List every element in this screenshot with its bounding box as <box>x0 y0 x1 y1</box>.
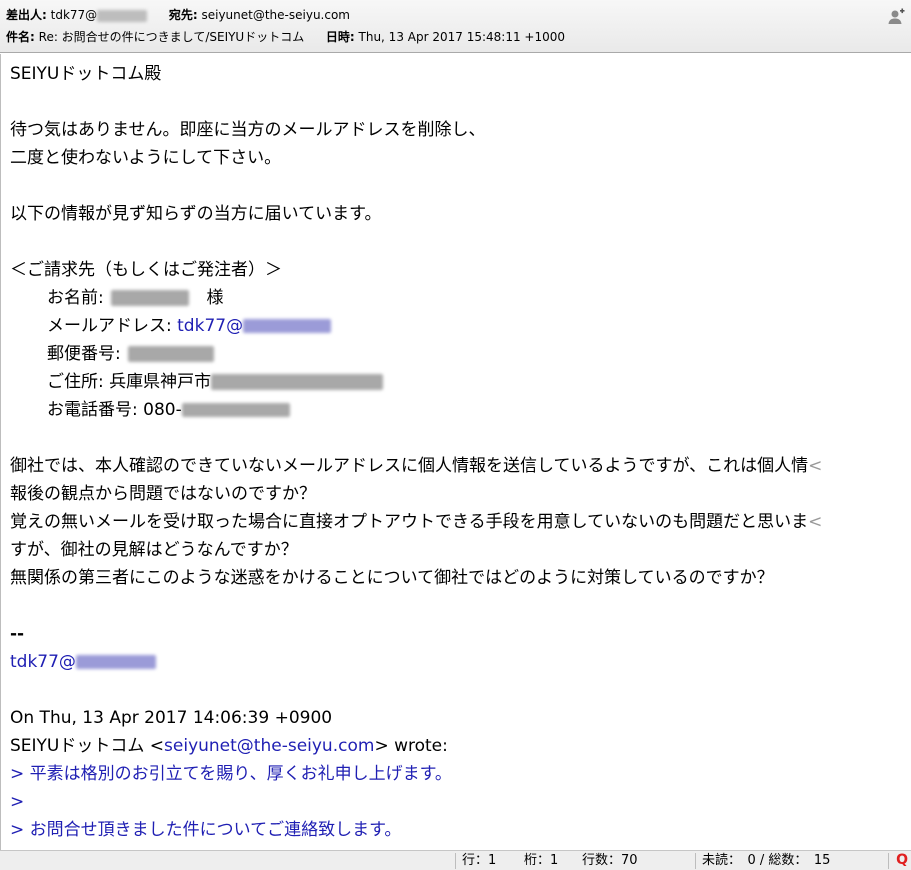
mail-line: メールアドレス: tdk77@ <box>47 312 332 340</box>
status-column: 桁：1 <box>524 853 559 868</box>
mail-redacted <box>243 319 332 333</box>
status-separator <box>455 853 456 869</box>
quote-header-line-2: SEIYUドットコム <seiyunet@the-seiyu.com> wrot… <box>10 732 448 760</box>
zip-redacted <box>128 346 215 362</box>
name-suffix: 様 <box>206 288 224 308</box>
signature-mail-link[interactable]: tdk77@ <box>10 652 76 672</box>
quote-header-suffix: > wrote: <box>374 736 448 756</box>
date-label: 日時: <box>325 30 355 44</box>
date-value: Thu, 13 Apr 2017 15:48:11 +1000 <box>358 30 565 44</box>
paragraph-1-line-1: 待つ気はありません。即座に当方のメールアドレスを削除し、 <box>10 120 486 140</box>
to-value[interactable]: seiyunet@the-seiyu.com <box>201 8 350 22</box>
status-separator <box>888 853 889 869</box>
status-bar: 行：1 桁：1 行数：70 未読： 0 / 総数： 15 Q <box>0 850 911 870</box>
paragraph-3-line-5: 無関係の第三者にこのような迷惑をかけることについて御社ではどのように対策している… <box>10 568 774 588</box>
mail-link[interactable]: tdk77@ <box>177 316 243 336</box>
paragraph-3-line-4: すが、御社の見解はどうなんですか？ <box>10 540 298 560</box>
message-header: 差出人: tdk77@ 宛先: seiyunet@the-seiyu.com 件… <box>0 0 911 53</box>
name-line: お名前: 様 <box>47 284 224 312</box>
address-label: ご住所: <box>47 372 104 392</box>
phone-redacted <box>181 403 290 417</box>
quote-line-2: > <box>10 792 25 812</box>
paragraph-3-line-3-text: 覚えの無いメールを受け取った場合に直接オプトアウトできる手段を用意していないのも… <box>10 512 809 532</box>
status-line-count: 行数：70 <box>582 853 638 868</box>
status-separator <box>695 853 696 869</box>
name-label: お名前: <box>47 288 104 308</box>
paragraph-3-line-1: 御社では、本人確認のできていないメールアドレスに個人情報を送信しているようですが… <box>10 452 822 480</box>
from-label: 差出人: <box>6 8 47 22</box>
phone-line: お電話番号: 080- <box>47 396 290 424</box>
overflow-marker: < <box>808 456 823 476</box>
quote-header-mail-link[interactable]: seiyunet@the-seiyu.com <box>164 736 374 756</box>
zip-line: 郵便番号: <box>47 340 215 368</box>
signature-separator: -- <box>10 624 25 644</box>
status-row: 行：1 <box>462 853 497 868</box>
subject-label: 件名: <box>6 30 35 44</box>
from-redacted <box>97 9 148 22</box>
header-row-subject-date: 件名: Re: お問合せの件につきまして/SEIYUドットコム 日時: Thu,… <box>6 28 565 46</box>
quote-line-1: > 平素は格別のお引立てを賜り、厚くお礼申し上げます。 <box>10 764 452 784</box>
from-value[interactable]: tdk77@ <box>51 8 98 22</box>
status-unread-total: 未読： 0 / 総数： 15 <box>702 853 831 868</box>
q-icon[interactable]: Q <box>896 852 908 868</box>
paragraph-3-line-1-text: 御社では、本人確認のできていないメールアドレスに個人情報を送信しているようですが… <box>10 456 809 476</box>
address-value: 兵庫県神戸市 <box>109 372 212 392</box>
greeting: SEIYUドットコム殿 <box>10 64 162 84</box>
quote-line-3: > お問合せ頂きました件についてご連絡致します。 <box>10 820 402 840</box>
section-title: ＜ご請求先（もしくはご発注者）＞ <box>10 260 282 280</box>
person-icon[interactable] <box>887 8 905 26</box>
subject-value: Re: お問合せの件につきまして/SEIYUドットコム <box>38 30 305 44</box>
paragraph-2: 以下の情報が見ず知らずの当方に届いています。 <box>10 204 382 224</box>
overflow-marker: < <box>808 512 823 532</box>
zip-label: 郵便番号: <box>47 344 121 364</box>
message-body[interactable]: SEIYUドットコム殿 待つ気はありません。即座に当方のメールアドレスを削除し、… <box>0 54 911 850</box>
paragraph-3-line-3: 覚えの無いメールを受け取った場合に直接オプトアウトできる手段を用意していないのも… <box>10 508 822 536</box>
name-redacted <box>111 290 190 306</box>
phone-value: 080- <box>143 400 182 420</box>
paragraph-1-line-2: 二度と使わないようにして下さい。 <box>10 148 282 168</box>
to-label: 宛先: <box>168 8 198 22</box>
quote-header-line-1: On Thu, 13 Apr 2017 14:06:39 +0900 <box>10 708 333 728</box>
signature-mail-redacted <box>75 655 156 669</box>
address-redacted <box>211 374 384 390</box>
paragraph-3-line-2: 報後の観点から問題ではないのですか？ <box>10 484 316 504</box>
address-line: ご住所: 兵庫県神戸市 <box>47 368 384 396</box>
mail-label: メールアドレス: <box>47 316 172 336</box>
phone-label: お電話番号: <box>47 400 138 420</box>
header-row-from-to: 差出人: tdk77@ 宛先: seiyunet@the-seiyu.com <box>6 6 350 24</box>
signature-mail-line: tdk77@ <box>10 648 156 676</box>
quote-header-prefix: SEIYUドットコム < <box>10 736 165 756</box>
